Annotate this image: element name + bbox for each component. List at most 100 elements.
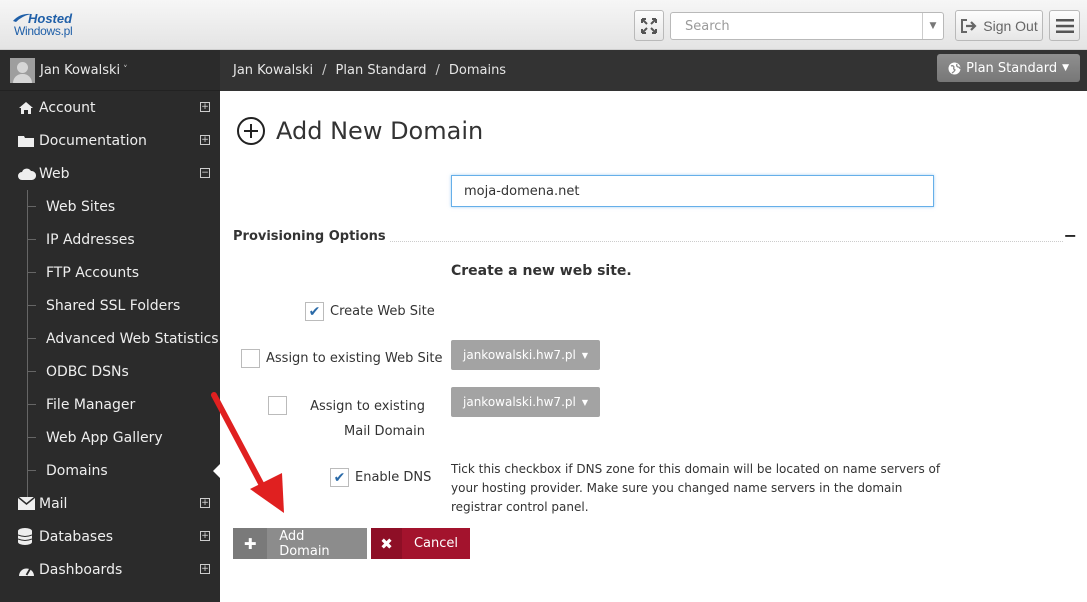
sidebar-item-label: Account <box>39 99 96 116</box>
fullscreen-button[interactable] <box>634 10 664 41</box>
caret-down-icon: ▼ <box>581 350 588 360</box>
sidebar-item-web-app-gallery[interactable]: Web App Gallery <box>0 421 220 454</box>
sidebar-item-shared-ssl-folders[interactable]: Shared SSL Folders <box>0 289 220 322</box>
create-web-site-checkbox[interactable]: ✔ <box>305 302 324 321</box>
breadcrumb-separator: / <box>322 63 327 78</box>
existing-web-site-value: jankowalski.hw7.pl <box>463 348 576 362</box>
avatar <box>10 57 35 83</box>
sidebar-item-label: ODBC DSNs <box>46 363 129 380</box>
sidebar-item-databases[interactable]: Databases + <box>0 520 220 553</box>
plan-selector-button[interactable]: Plan Standard ▼ <box>937 54 1080 82</box>
add-circle-icon <box>237 117 265 145</box>
sidebar-item-ftp-accounts[interactable]: FTP Accounts <box>0 256 220 289</box>
top-bar: Hosted Windows.pl ▼ Sign Out <box>0 0 1087 50</box>
hostedwindows-logo[interactable]: Hosted Windows.pl <box>12 11 82 41</box>
sidebar-item-label: FTP Accounts <box>46 264 140 281</box>
assign-existing-web-site-option[interactable]: Assign to existing Web Site <box>241 349 442 368</box>
breadcrumb-item-user[interactable]: Jan Kowalski <box>233 63 313 78</box>
expand-toggle-icon[interactable]: + <box>200 135 210 145</box>
sidebar-item-advanced-web-statistics[interactable]: Advanced Web Statistics <box>0 322 220 355</box>
sidebar-item-label: Domains <box>46 462 108 479</box>
red-arrow-annotation-icon <box>211 392 284 513</box>
sidebar-item-label: Advanced Web Statistics <box>46 330 219 347</box>
sidebar: Jan Kowalski ˅ Account + Documentation +… <box>0 50 220 602</box>
sign-out-label: Sign Out <box>983 17 1038 34</box>
chevron-down-icon[interactable]: ▼ <box>922 13 943 39</box>
search-input[interactable] <box>671 13 922 39</box>
expand-toggle-icon[interactable]: + <box>200 564 210 574</box>
folder-icon <box>18 134 39 147</box>
create-web-site-label: Create Web Site <box>330 304 435 319</box>
fullscreen-icon <box>641 17 657 34</box>
home-icon <box>18 101 39 115</box>
envelope-icon <box>18 497 39 510</box>
sidebar-item-dashboards[interactable]: Dashboards + <box>0 553 220 586</box>
sidebar-item-label: Web Sites <box>46 198 116 215</box>
page-title: Add New Domain <box>237 117 483 145</box>
assign-existing-web-site-checkbox[interactable] <box>241 349 260 368</box>
sidebar-item-label: Documentation <box>39 132 147 149</box>
search-box[interactable]: ▼ <box>670 12 944 40</box>
sidebar-item-account[interactable]: Account + <box>0 91 220 124</box>
collapse-section-icon[interactable]: − <box>1064 226 1077 245</box>
sidebar-item-label: Mail <box>39 495 68 512</box>
chevron-down-icon: ˅ <box>123 65 128 75</box>
enable-dns-checkbox[interactable]: ✔ <box>330 468 349 487</box>
sign-out-button[interactable]: Sign Out <box>955 10 1043 41</box>
expand-toggle-icon[interactable]: + <box>200 102 210 112</box>
sidebar-item-label: File Manager <box>46 396 136 413</box>
breadcrumb-item-plan[interactable]: Plan Standard <box>336 63 427 78</box>
domain-name-input[interactable] <box>451 175 934 207</box>
create-web-site-heading: Create a new web site. <box>451 263 632 279</box>
enable-dns-option[interactable]: ✔ Enable DNS <box>330 468 431 487</box>
plan-selector-label: Plan Standard <box>966 60 1058 76</box>
assign-existing-web-site-label: Assign to existing Web Site <box>266 351 443 366</box>
main-menu-button[interactable] <box>1049 10 1080 41</box>
sidebar-item-label: IP Addresses <box>46 231 135 248</box>
existing-mail-domain-dropdown[interactable]: jankowalski.hw7.pl ▼ <box>451 387 600 417</box>
breadcrumb-item-current: Domains <box>448 63 507 78</box>
existing-mail-domain-value: jankowalski.hw7.pl <box>463 395 576 409</box>
expand-toggle-icon[interactable]: + <box>200 531 210 541</box>
web-submenu: Web Sites IP Addresses FTP Accounts Shar… <box>0 190 220 503</box>
hamburger-icon <box>1055 18 1074 33</box>
sidebar-item-web-sites[interactable]: Web Sites <box>0 190 220 223</box>
sidebar-item-odbc-dsns[interactable]: ODBC DSNs <box>0 355 220 388</box>
sidebar-item-documentation[interactable]: Documentation + <box>0 124 220 157</box>
assign-existing-mail-domain-label: Assign to existing Mail Domain <box>310 399 425 439</box>
existing-web-site-dropdown[interactable]: jankowalski.hw7.pl ▼ <box>451 340 600 370</box>
enable-dns-help-text: Tick this checkbox if DNS zone for this … <box>451 462 941 514</box>
sidebar-item-label: Web <box>39 165 70 182</box>
enable-dns-label: Enable DNS <box>355 470 432 485</box>
add-domain-label: Add Domain <box>279 528 330 559</box>
database-icon <box>18 528 39 545</box>
collapse-toggle-icon[interactable]: − <box>200 168 210 178</box>
sidebar-item-ip-addresses[interactable]: IP Addresses <box>0 223 220 256</box>
close-icon: ✖ <box>371 528 402 559</box>
cloud-icon <box>18 168 39 180</box>
sidebar-item-web[interactable]: Web − <box>0 157 220 190</box>
breadcrumb: Jan Kowalski / Plan Standard / Domains P… <box>220 50 1087 91</box>
user-menu[interactable]: Jan Kowalski ˅ <box>0 50 220 91</box>
caret-down-icon: ▼ <box>581 397 588 407</box>
sidebar-item-domains[interactable]: Domains <box>0 454 220 487</box>
add-domain-button[interactable]: ✚ Add Domain <box>233 528 367 559</box>
globe-icon <box>948 62 961 74</box>
sidebar-item-label: Web App Gallery <box>46 429 163 446</box>
plus-icon: ✚ <box>233 528 268 559</box>
cancel-label: Cancel <box>413 536 458 551</box>
create-web-site-option[interactable]: ✔ Create Web Site <box>305 302 435 321</box>
cancel-button[interactable]: ✖ Cancel <box>371 528 470 559</box>
sidebar-item-mail[interactable]: Mail + <box>0 487 220 520</box>
sidebar-item-file-manager[interactable]: File Manager <box>0 388 220 421</box>
section-title: Provisioning Options <box>233 229 390 244</box>
sidebar-item-label: Dashboards <box>39 561 123 578</box>
user-name: Jan Kowalski <box>40 62 121 78</box>
caret-down-icon: ▼ <box>1062 63 1069 73</box>
dashboard-icon <box>18 563 39 577</box>
page-title-text: Add New Domain <box>276 117 484 145</box>
sidebar-item-label: Databases <box>39 528 114 545</box>
logo-text-line2: Windows.pl <box>14 24 73 38</box>
sidebar-item-label: Shared SSL Folders <box>46 297 181 314</box>
provisioning-options-section: Provisioning Options − <box>233 226 1079 247</box>
